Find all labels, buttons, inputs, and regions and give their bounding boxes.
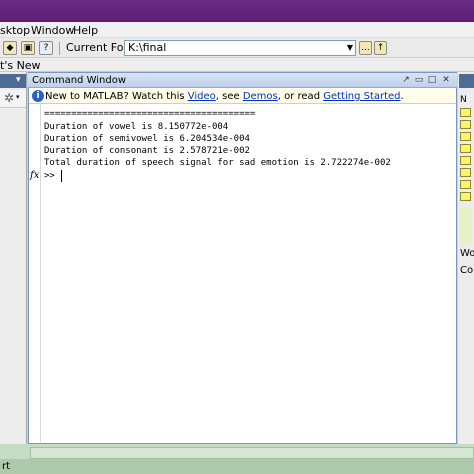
bottom-tab[interactable] bbox=[30, 447, 474, 459]
maximize-icon[interactable]: □ bbox=[426, 74, 438, 86]
start-button[interactable] bbox=[0, 459, 474, 474]
up-folder-icon[interactable]: ↑ bbox=[374, 41, 387, 55]
chevron-down-icon[interactable]: ▼ bbox=[344, 40, 356, 56]
variable-icon bbox=[460, 180, 471, 189]
variable-icon bbox=[460, 120, 471, 129]
info-message: New to MATLAB? Watch this Video, see Dem… bbox=[45, 91, 404, 102]
name-column-icon: N bbox=[460, 95, 467, 105]
info-suffix: . bbox=[400, 91, 404, 102]
current-folder-input[interactable]: K:\final bbox=[124, 40, 356, 56]
workspace-label: Wo bbox=[460, 248, 474, 259]
info-mid2: , or read bbox=[277, 91, 324, 102]
title-bar bbox=[0, 0, 474, 22]
variable-icon bbox=[460, 156, 471, 165]
output-separator-line: ======================================= bbox=[44, 109, 256, 119]
minimize-icon[interactable]: ▭ bbox=[413, 74, 425, 86]
menu-help[interactable]: Help bbox=[73, 24, 98, 37]
pane-toolbar: ✲ ▾ bbox=[0, 90, 26, 108]
info-icon: i bbox=[32, 90, 44, 102]
guide-icon[interactable]: ▣ bbox=[21, 41, 35, 55]
history-highlight bbox=[460, 208, 472, 244]
undock-icon[interactable]: ↗ bbox=[400, 74, 412, 86]
chevron-down-icon[interactable]: ▾ bbox=[16, 75, 21, 85]
menu-desktop[interactable]: sktop bbox=[0, 24, 30, 37]
command-gutter bbox=[29, 104, 41, 442]
info-prefix: New to MATLAB? Watch this bbox=[45, 91, 188, 102]
menu-window[interactable]: Window bbox=[31, 24, 74, 37]
getting-started-link[interactable]: Getting Started bbox=[323, 91, 400, 102]
browse-folder-button[interactable]: ... bbox=[359, 41, 372, 55]
simulink-icon[interactable]: ◆ bbox=[3, 41, 17, 55]
video-link[interactable]: Video bbox=[188, 91, 216, 102]
command-window-title: Command Window bbox=[32, 75, 127, 86]
variable-icon bbox=[460, 192, 471, 201]
demos-link[interactable]: Demos bbox=[243, 91, 278, 102]
current-folder-pane bbox=[0, 72, 27, 444]
function-browser-icon[interactable]: fx bbox=[30, 170, 39, 181]
command-history-label: Co bbox=[460, 265, 474, 276]
shortcuts-bar bbox=[0, 58, 474, 72]
start-label[interactable]: rt bbox=[2, 461, 10, 472]
variable-icon bbox=[460, 168, 471, 177]
output-line: Duration of vowel is 8.150772e-004 bbox=[44, 122, 229, 132]
chevron-down-icon[interactable]: ▾ bbox=[16, 93, 20, 101]
gear-icon[interactable]: ✲ bbox=[4, 91, 14, 105]
pane-titlebar bbox=[459, 74, 474, 88]
toolbar-separator bbox=[59, 42, 60, 55]
command-prompt[interactable]: >> bbox=[44, 171, 55, 181]
text-cursor bbox=[61, 170, 62, 182]
variable-icon bbox=[460, 144, 471, 153]
variable-icon bbox=[460, 132, 471, 141]
output-line: Total duration of speech signal for sad … bbox=[44, 158, 391, 168]
output-line: Duration of consonant is 2.578721e-002 bbox=[44, 146, 250, 156]
output-line: Duration of semivowel is 6.204534e-004 bbox=[44, 134, 250, 144]
info-mid1: , see bbox=[215, 91, 243, 102]
close-icon[interactable]: ✕ bbox=[440, 74, 452, 86]
whats-new-link[interactable]: t's New bbox=[0, 59, 41, 72]
pane-titlebar: ▾ bbox=[0, 74, 26, 88]
help-icon[interactable]: ? bbox=[39, 41, 53, 55]
variable-icon bbox=[460, 108, 471, 117]
